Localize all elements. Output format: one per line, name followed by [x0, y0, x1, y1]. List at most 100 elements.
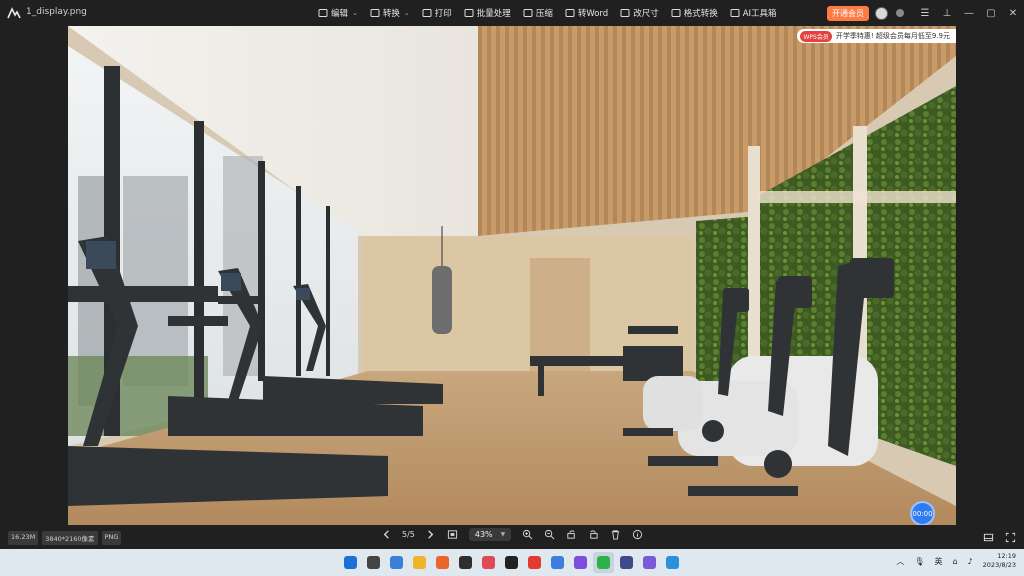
recording-timer-button[interactable]: 00:00 — [910, 501, 935, 526]
edit-icon — [318, 9, 328, 17]
resolution-badge: 3840*2160像素 — [42, 531, 98, 545]
taskbar-app-firefox[interactable] — [432, 552, 453, 573]
chevron-down-icon: ▼ — [500, 531, 506, 538]
status-dot-icon[interactable] — [896, 9, 904, 17]
chevron-down-icon: ⌄ — [403, 9, 410, 17]
vip-button[interactable]: 开通会员 — [827, 5, 869, 21]
previous-icon[interactable] — [380, 529, 392, 541]
batch-icon — [464, 9, 474, 17]
toolbar-item-label: 打印 — [434, 9, 452, 19]
file-explorer-icon — [413, 556, 426, 569]
taskbar-app-app-purple[interactable] — [570, 552, 591, 573]
tray-chevron-icon[interactable]: ︿ — [896, 556, 904, 567]
app-gradient-icon — [620, 556, 633, 569]
taskbar-app-file-explorer[interactable] — [409, 552, 430, 573]
taskbar-app-start[interactable] — [340, 552, 361, 573]
system-tray: ︿ 🎙 英 ⌂ ♪ 12:19 2023/8/23 — [896, 552, 1016, 570]
toolbar-item-label: 格式转换 — [683, 9, 718, 19]
next-icon[interactable] — [425, 529, 437, 541]
navigation-controls: 5/5 43% ▼ — [380, 528, 643, 541]
widgets-icon — [390, 556, 403, 569]
format-badge: PNG — [101, 531, 122, 545]
compress-icon — [523, 9, 533, 17]
promo-tag: WPS会员 — [800, 30, 832, 42]
toolbar-item-2[interactable]: 打印 — [416, 0, 458, 26]
image-viewer-window: 1_display.png 编辑 ⌄ 转换 ⌄ 打印 批量处理 压缩 转Word 改尺寸 格式转换… — [0, 0, 1024, 576]
toolbar-item-1[interactable]: 转换 ⌄ — [364, 0, 416, 26]
zoom-level: 43% — [474, 530, 493, 539]
wps-icon — [528, 556, 541, 569]
status-bar: 16.23M 3840*2160像素 PNG 5/5 43% ▼ — [0, 525, 1024, 549]
zoom-select[interactable]: 43% ▼ — [468, 528, 512, 541]
avatar[interactable] — [875, 6, 888, 20]
pin-icon[interactable]: ⊥ — [936, 0, 958, 26]
terminal-icon — [459, 556, 472, 569]
taskbar-app-task-view[interactable] — [363, 552, 384, 573]
resize-icon — [620, 9, 630, 17]
taskbar-app-widgets[interactable] — [386, 552, 407, 573]
gym-photo — [68, 26, 956, 525]
taskbar-app-app-dark[interactable] — [501, 552, 522, 573]
volume-icon[interactable]: ♪ — [968, 557, 973, 566]
toolbar-item-label: 压缩 — [535, 9, 553, 19]
close-icon[interactable]: ✕ — [1002, 0, 1024, 26]
taskbar-app-wps-image[interactable] — [639, 552, 660, 573]
format-icon — [671, 9, 681, 17]
actual-size-icon[interactable] — [447, 529, 459, 541]
toolbar-item-8[interactable]: AI工具箱 — [724, 0, 783, 26]
toolbar-item-label: 编辑 — [331, 9, 349, 19]
promo-banner[interactable]: WPS会员 开学季特惠! 超级会员每月低至9.9元 — [797, 29, 956, 43]
clock-date: 2023/8/23 — [982, 561, 1016, 569]
firefox-icon — [436, 556, 449, 569]
rotate-right-icon[interactable] — [587, 529, 599, 541]
toolbar-item-3[interactable]: 批量处理 — [458, 0, 517, 26]
toolbar-item-label: 改尺寸 — [633, 9, 659, 19]
taskbar-app-wechat[interactable] — [593, 552, 614, 573]
taskbar-app-app-cyan[interactable] — [662, 552, 683, 573]
rotate-left-icon[interactable] — [565, 529, 577, 541]
taskbar-app-wps[interactable] — [524, 552, 545, 573]
toolbar-item-4[interactable]: 压缩 — [517, 0, 559, 26]
app-dark-icon — [505, 556, 518, 569]
clock-time: 12:19 — [997, 552, 1016, 560]
input-method[interactable]: 英 — [934, 556, 942, 567]
toolbar-item-label: 转Word — [577, 9, 609, 19]
network-icon[interactable]: ⌂ — [952, 557, 957, 566]
convert-icon — [370, 9, 380, 17]
chevron-down-icon: ⌄ — [352, 9, 358, 17]
image-canvas[interactable]: WPS会员 开学季特惠! 超级会员每月低至9.9元 — [68, 26, 956, 525]
zoom-in-icon[interactable] — [521, 529, 533, 541]
toolbar-item-7[interactable]: 格式转换 — [665, 0, 724, 26]
page-indicator: 5/5 — [402, 530, 415, 539]
wechat-icon — [597, 556, 610, 569]
app-purple-icon — [574, 556, 587, 569]
app-logo-icon — [7, 7, 21, 19]
toolbar-item-label: AI工具箱 — [742, 9, 777, 19]
title-bar: 1_display.png 编辑 ⌄ 转换 ⌄ 打印 批量处理 压缩 转Word 改尺寸 格式转换… — [0, 0, 1024, 26]
toolbar-item-6[interactable]: 改尺寸 — [614, 0, 665, 26]
minimize-icon[interactable]: — — [958, 0, 980, 26]
main-toolbar: 编辑 ⌄ 转换 ⌄ 打印 批量处理 压缩 转Word 改尺寸 格式转换 AI工具箱 — [312, 0, 783, 26]
taskbar: ︿ 🎙 英 ⌂ ♪ 12:19 2023/8/23 — [0, 549, 1024, 576]
promo-text: 开学季特惠! 超级会员每月低至9.9元 — [835, 32, 950, 40]
taskbar-app-app-blue[interactable] — [547, 552, 568, 573]
info-icon[interactable] — [631, 529, 643, 541]
taskbar-app-app-gradient[interactable] — [616, 552, 637, 573]
toolbar-item-label: 转换 — [382, 9, 400, 19]
delete-icon[interactable] — [609, 529, 621, 541]
app-red-icon — [482, 556, 495, 569]
maximize-icon[interactable]: ▢ — [980, 0, 1002, 26]
toolbar-item-0[interactable]: 编辑 ⌄ — [312, 0, 364, 26]
zoom-out-icon[interactable] — [543, 529, 555, 541]
print-icon — [422, 9, 432, 17]
taskbar-app-app-red[interactable] — [478, 552, 499, 573]
thumbnail-icon[interactable] — [982, 531, 994, 543]
file-name: 1_display.png — [26, 7, 87, 17]
toolbar-item-5[interactable]: 转Word — [559, 0, 614, 26]
taskbar-app-terminal[interactable] — [455, 552, 476, 573]
task-view-icon — [367, 556, 380, 569]
microphone-icon[interactable]: 🎙 — [914, 557, 924, 566]
clock[interactable]: 12:19 2023/8/23 — [983, 552, 1016, 570]
menu-icon[interactable]: ☰ — [914, 0, 936, 26]
fullscreen-icon[interactable] — [1004, 531, 1016, 543]
